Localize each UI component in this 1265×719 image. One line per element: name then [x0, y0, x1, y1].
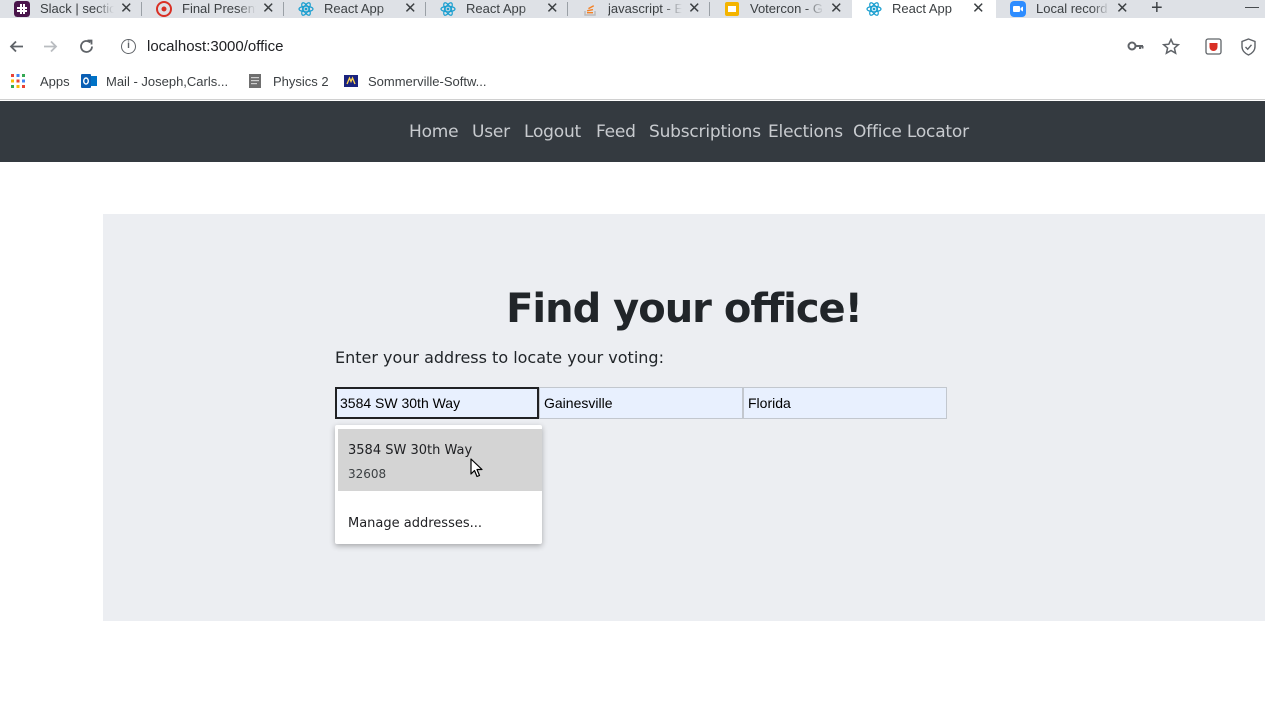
slack-icon: [14, 1, 30, 17]
close-icon[interactable]: ✕: [830, 0, 843, 17]
close-icon[interactable]: ✕: [262, 0, 275, 17]
tab-title: React App: [466, 1, 526, 16]
tab-final-presentation[interactable]: Final Present ✕: [142, 0, 284, 18]
street-address-input[interactable]: [335, 387, 539, 419]
bookmark-apps[interactable]: Apps: [10, 73, 70, 89]
manage-addresses-link[interactable]: Manage addresses...: [348, 516, 482, 531]
close-icon[interactable]: ✕: [972, 0, 985, 17]
close-icon[interactable]: ✕: [546, 0, 559, 17]
bookmark-label: Physics 2: [273, 73, 329, 89]
close-icon[interactable]: ✕: [688, 0, 701, 17]
site-info-icon[interactable]: i: [121, 39, 136, 54]
page-icon: [249, 74, 261, 88]
bookmark-sommerville[interactable]: Sommerville-Softw...: [343, 73, 486, 89]
tab-title: React App: [324, 1, 384, 16]
bookmark-label: Mail - Joseph,Carls...: [106, 73, 229, 89]
tab-react-app-2[interactable]: React App ✕: [426, 0, 568, 18]
apps-grid-icon: [11, 74, 25, 88]
tab-title: Local record: [1036, 1, 1108, 16]
nav-user[interactable]: User: [472, 122, 510, 142]
city-input[interactable]: [539, 387, 743, 419]
tab-local-recording[interactable]: Local record ✕: [996, 0, 1138, 18]
page-title: Find your office!: [506, 286, 863, 332]
nav-home[interactable]: Home: [409, 122, 459, 142]
react-icon: [440, 2, 456, 16]
mouse-cursor-icon: [470, 458, 483, 478]
presentation-icon: [156, 1, 172, 17]
book-icon: [344, 75, 358, 87]
close-icon[interactable]: ✕: [1116, 0, 1129, 17]
zoom-icon: [1010, 1, 1026, 17]
bookmark-physics[interactable]: Physics 2: [247, 73, 329, 89]
extension-shield-icon[interactable]: [1240, 38, 1257, 61]
nav-logout[interactable]: Logout: [524, 122, 581, 142]
nav-subscriptions[interactable]: Subscriptions: [649, 122, 761, 142]
tab-title: javascript - E: [608, 1, 682, 16]
address-bar[interactable]: localhost:3000/office: [147, 38, 284, 55]
close-icon[interactable]: ✕: [404, 0, 417, 17]
address-instructions: Enter your address to locate your voting…: [335, 348, 664, 367]
suggestion-street: 3584 SW 30th Way: [348, 443, 473, 458]
suggestion-zip: 32608: [348, 467, 387, 481]
window-minimize-icon[interactable]: —: [1245, 0, 1259, 14]
react-icon: [298, 2, 314, 16]
nav-elections[interactable]: Elections: [768, 122, 843, 142]
forward-arrow-icon[interactable]: [42, 38, 59, 58]
tab-title: Final Present: [182, 1, 256, 16]
tab-react-app-1[interactable]: React App ✕: [284, 0, 426, 18]
nav-feed[interactable]: Feed: [596, 122, 636, 142]
tab-title: Votercon - G: [750, 1, 823, 16]
tab-votercon[interactable]: Votercon - G ✕: [710, 0, 852, 18]
stackoverflow-icon: [584, 5, 596, 16]
slides-icon: [725, 2, 739, 16]
bookmark-label: Apps: [40, 73, 70, 89]
tab-slack[interactable]: Slack | sectio ✕: [0, 0, 142, 18]
autofill-suggestion[interactable]: 3584 SW 30th Way 32608: [338, 429, 542, 491]
back-arrow-icon[interactable]: [8, 38, 25, 58]
outlook-icon: [81, 74, 97, 88]
react-icon: [866, 2, 882, 16]
bookmark-star-icon[interactable]: [1161, 37, 1181, 60]
tab-javascript[interactable]: javascript - E ✕: [568, 0, 710, 18]
close-icon[interactable]: ✕: [120, 0, 133, 17]
reload-icon[interactable]: [78, 38, 95, 58]
autofill-dropdown: 3584 SW 30th Way 32608 Manage addresses.…: [335, 425, 542, 544]
nav-office-locator[interactable]: Office Locator: [853, 122, 969, 142]
state-input[interactable]: [743, 387, 947, 419]
key-icon[interactable]: [1127, 38, 1145, 59]
new-tab-plus-icon[interactable]: +: [1151, 0, 1163, 18]
tab-title: Slack | sectio: [40, 1, 114, 16]
extension-pocket-icon[interactable]: [1205, 38, 1222, 60]
bookmark-label: Sommerville-Softw...: [368, 73, 487, 89]
tab-title: React App: [892, 1, 952, 16]
bookmark-mail[interactable]: Mail - Joseph,Carls...: [81, 73, 228, 89]
